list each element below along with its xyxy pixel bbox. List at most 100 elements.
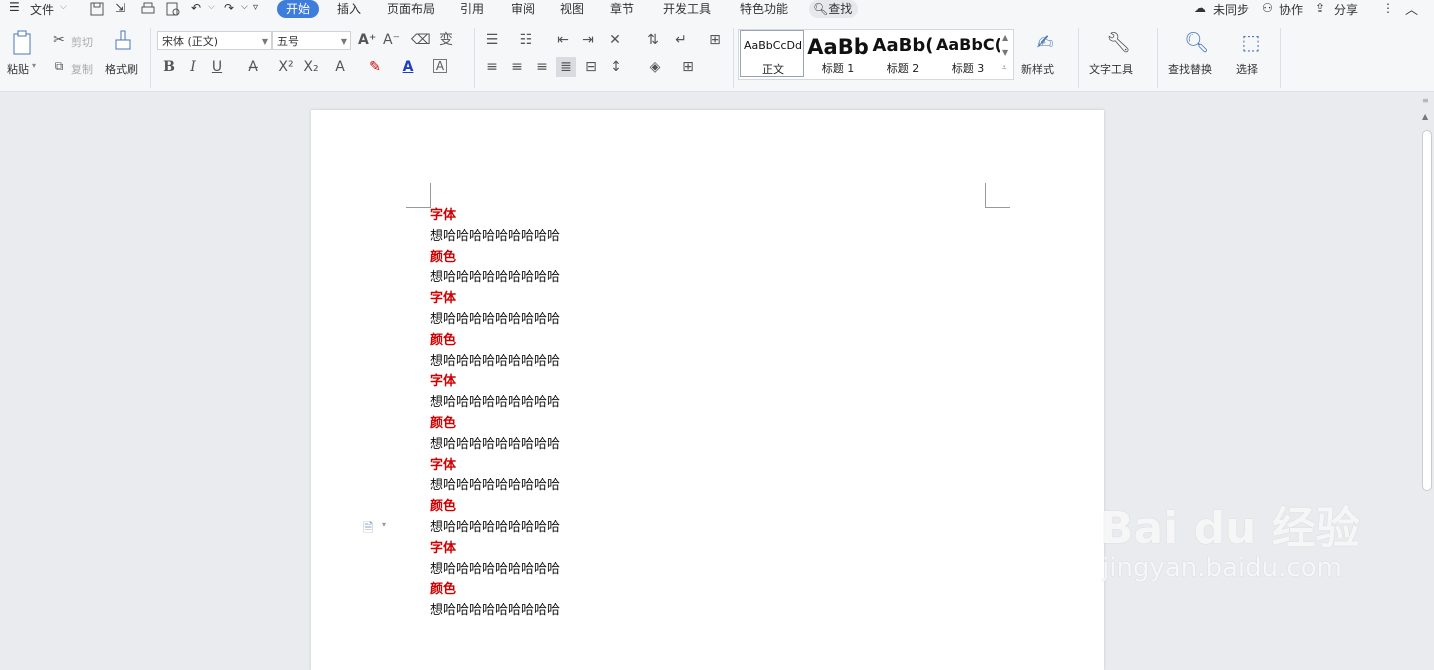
divider [1157, 28, 1158, 88]
text-direction-icon[interactable]: ✕ [607, 32, 623, 48]
collapse-ribbon-icon[interactable]: ︿ [1405, 0, 1418, 18]
save-icon[interactable] [89, 1, 105, 17]
text-tools-label[interactable]: 文字工具 [1089, 61, 1133, 77]
wrench-icon[interactable]: 🔧︎ [1106, 31, 1131, 53]
tab-developer[interactable]: 开发工具 [654, 0, 720, 18]
search-button[interactable]: 🔍︎查找 [809, 0, 859, 18]
expand-gallery-icon[interactable]: ⩡ [1002, 63, 1007, 73]
paragraph-options-icon[interactable]: 🗎︎ [363, 519, 373, 541]
font-size-select[interactable]: 五号 ▼ [272, 31, 351, 50]
select-icon[interactable]: ⬚ [1240, 31, 1262, 53]
style-heading-3[interactable]: AaBbC( 标题 3 [936, 30, 1000, 77]
tab-chapter[interactable]: 章节 [601, 0, 643, 18]
distribute-icon[interactable]: ⊟ [583, 59, 599, 75]
user-icon[interactable]: ⚇ [1262, 1, 1273, 15]
hamburger-menu-icon[interactable]: ☰ [9, 0, 20, 14]
increase-font-icon[interactable]: A⁺ [358, 32, 376, 48]
borders-icon[interactable]: ⊞ [680, 59, 696, 75]
format-painter-label[interactable]: 格式刷 [105, 61, 138, 77]
share-button[interactable]: 分享 [1334, 1, 1358, 18]
redo-icon[interactable]: ↷ [224, 1, 234, 15]
collaborate-button[interactable]: 协作 [1279, 1, 1303, 18]
numbered-list-icon[interactable]: ☷ [518, 32, 534, 48]
tab-special-features[interactable]: 特色功能 [731, 0, 797, 18]
text-effect-icon[interactable]: A [332, 59, 348, 75]
copy-icon[interactable]: ⧉ [51, 58, 67, 74]
increase-indent-icon[interactable]: ⇥ [580, 32, 596, 48]
scroll-down-icon[interactable]: ▼ [1002, 48, 1008, 57]
grid-icon[interactable]: ⊞ [707, 32, 723, 48]
tab-review[interactable]: 审阅 [502, 0, 544, 18]
scroll-up-arrow-icon[interactable]: ▲ [1422, 112, 1428, 121]
undo-icon[interactable]: ↶ [191, 1, 201, 15]
bold-icon[interactable]: B [161, 59, 177, 75]
align-center-icon[interactable]: ≡ [509, 59, 525, 75]
find-replace-icon[interactable]: 🔍︎ [1184, 31, 1209, 53]
format-painter-icon[interactable] [112, 30, 134, 56]
cut-label[interactable]: 剪切 [71, 34, 93, 50]
print-icon[interactable] [140, 1, 156, 17]
font-name-select[interactable]: 宋体 (正文) ▼ [157, 31, 272, 50]
watermark-brand: Bai du 经验 [1100, 503, 1360, 554]
chevron-down-icon[interactable]: ▾ [382, 520, 386, 529]
cloud-sync-icon[interactable]: ☁ [1194, 1, 1206, 15]
paste-dropdown-icon[interactable]: ▾ [32, 61, 36, 70]
shading-icon[interactable]: ◈ [647, 59, 663, 75]
tab-page-layout[interactable]: 页面布局 [378, 0, 444, 18]
scroll-up-icon[interactable]: ▲ [1002, 33, 1008, 42]
margin-corner-marker [985, 183, 1010, 208]
more-options-icon[interactable]: ⋮ [1382, 1, 1394, 15]
new-style-icon[interactable]: ✍ [1034, 31, 1056, 53]
chevron-down-icon[interactable]: ⌵ [60, 2, 67, 12]
new-style-label[interactable]: 新样式 [1021, 61, 1054, 77]
body-line: 想哈哈哈哈哈哈哈哈哈 [430, 395, 561, 410]
italic-icon[interactable]: I [185, 59, 201, 75]
paste-icon[interactable] [11, 30, 35, 56]
heading-line: 字体 [430, 208, 457, 223]
body-line: 想哈哈哈哈哈哈哈哈哈 [430, 437, 561, 452]
decrease-font-icon[interactable]: A⁻ [383, 32, 400, 48]
find-replace-label[interactable]: 查找替换 [1168, 61, 1212, 77]
tab-insert[interactable]: 插入 [328, 0, 370, 18]
style-preview: AaBb( [872, 35, 934, 56]
character-border-icon[interactable]: A [433, 59, 447, 73]
phonetic-guide-icon[interactable]: 变 [438, 32, 454, 48]
sync-status[interactable]: 未同步 [1213, 1, 1249, 18]
strikethrough-icon[interactable]: A̶ [245, 59, 261, 75]
superscript-icon[interactable]: X² [278, 59, 294, 75]
tab-home[interactable]: 开始 [277, 0, 320, 18]
split-handle-icon[interactable]: ≡ [1422, 96, 1429, 105]
redo-dropdown-icon[interactable]: ⌵ [241, 2, 248, 12]
line-spacing-icon[interactable]: ↕ [608, 59, 624, 75]
subscript-icon[interactable]: X₂ [303, 59, 319, 75]
paste-label[interactable]: 粘贴 [7, 61, 29, 77]
print-preview-icon[interactable] [165, 1, 181, 17]
style-normal[interactable]: AaBbCcDd 正文 [740, 30, 804, 77]
sort-icon[interactable]: ⇅ [645, 32, 661, 48]
font-color-icon[interactable]: A [400, 59, 416, 75]
justify-icon[interactable]: ≣ [556, 57, 576, 77]
cut-icon[interactable]: ✂ [51, 32, 67, 48]
file-menu[interactable]: 文件 [30, 1, 54, 18]
scrollbar-thumb[interactable] [1422, 130, 1432, 491]
underline-icon[interactable]: U [209, 59, 225, 75]
select-label[interactable]: 选择 [1236, 61, 1258, 77]
divider [150, 28, 151, 88]
tab-view[interactable]: 视图 [551, 0, 593, 18]
undo-dropdown-icon[interactable]: ⌵ [208, 2, 215, 12]
search-label: 查找 [828, 2, 853, 16]
paragraph-mark-icon[interactable]: ↵ [673, 32, 689, 48]
style-heading-2[interactable]: AaBb( 标题 2 [871, 30, 935, 77]
align-left-icon[interactable]: ≡ [484, 59, 500, 75]
style-heading-1[interactable]: AaBb 标题 1 [806, 30, 870, 77]
copy-label[interactable]: 复制 [71, 61, 93, 77]
quick-access-more-icon[interactable]: ▿ [253, 2, 258, 13]
align-right-icon[interactable]: ≡ [534, 59, 550, 75]
highlight-color-icon[interactable]: ✎ [367, 59, 383, 75]
export-icon[interactable]: ⇲ [115, 1, 125, 15]
clear-format-icon[interactable]: ⌫ [411, 32, 431, 48]
bullet-list-icon[interactable]: ☰ [484, 32, 500, 48]
share-icon[interactable]: ⇪ [1315, 1, 1325, 15]
decrease-indent-icon[interactable]: ⇤ [555, 32, 571, 48]
tab-references[interactable]: 引用 [451, 0, 493, 18]
